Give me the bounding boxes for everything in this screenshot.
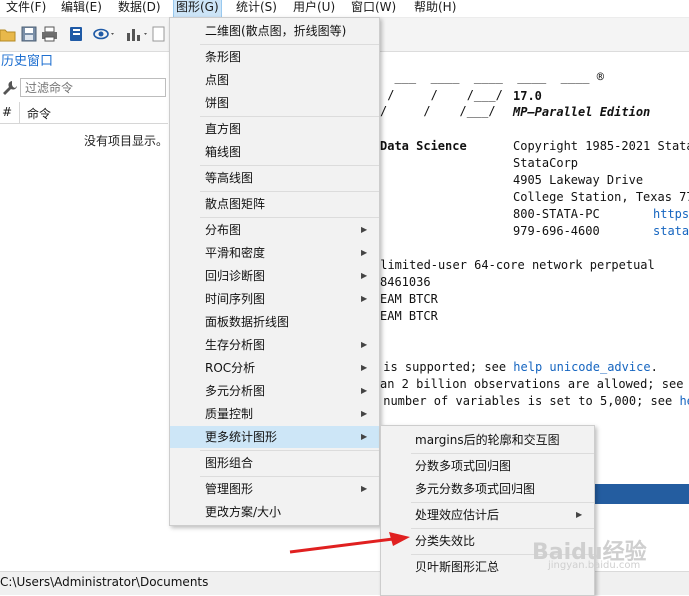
menu-bar: 文件(F) 编辑(E) 数据(D) 图形(G) 统计(S) 用户(U) 窗口(W…: [0, 0, 689, 18]
submenu-arrow-icon: ▶: [361, 432, 368, 441]
history-window-title: 历史窗口: [1, 54, 54, 69]
menu-separator: [200, 44, 379, 45]
menu-item-box[interactable]: 箱线图: [170, 141, 379, 163]
menu-separator: [200, 191, 379, 192]
menu-data[interactable]: 数据(D): [116, 0, 163, 17]
menu-item-matrix[interactable]: 散点图矩阵: [170, 193, 379, 215]
menu-item-change-scheme[interactable]: 更改方案/大小: [170, 501, 379, 523]
submenu-item-fracpoly[interactable]: 分数多项式回归图: [381, 455, 594, 477]
column-number-label: #: [2, 105, 13, 119]
menu-window[interactable]: 窗口(W): [349, 0, 398, 17]
note-variables: number of variables is set to 5,000; see…: [376, 394, 689, 408]
data-science-text: Data Science: [380, 139, 467, 153]
log-icon[interactable]: [68, 26, 85, 42]
menu-item-roc[interactable]: ROC分析 ▶: [170, 357, 379, 379]
history-filter-input[interactable]: [20, 78, 166, 97]
menu-separator: [200, 165, 379, 166]
menu-separator: [411, 528, 594, 529]
menu-edit[interactable]: 编辑(E): [59, 0, 104, 17]
menu-item-panel-line[interactable]: 面板数据折线图: [170, 311, 379, 333]
copyright-text: Copyright 1985-2021 Stata: [513, 139, 689, 153]
menu-item-quality-control[interactable]: 质量控制 ▶: [170, 403, 379, 425]
submenu-arrow-icon: ▶: [361, 363, 368, 372]
menu-item-smoothing[interactable]: 平滑和密度 ▶: [170, 242, 379, 264]
menu-item-dot[interactable]: 点图: [170, 69, 379, 91]
menu-item-multivariate[interactable]: 多元分析图 ▶: [170, 380, 379, 402]
submenu-arrow-icon: ▶: [361, 248, 368, 257]
submenu-arrow-icon: ▶: [361, 340, 368, 349]
submenu-arrow-icon: ▶: [361, 484, 368, 493]
address-line2: College Station, Texas 77: [513, 190, 689, 204]
stata-edition: MP—Parallel Edition: [513, 105, 651, 119]
stata-logo-line2: / / /___/: [380, 88, 503, 102]
menu-item-pie[interactable]: 饼图: [170, 92, 379, 114]
menu-item-bar[interactable]: 条形图: [170, 46, 379, 68]
license-text: nlimited-user 64-core network perpetual: [373, 258, 655, 272]
menu-item-time-series[interactable]: 时间序列图 ▶: [170, 288, 379, 310]
submenu-item-mfp[interactable]: 多元分数多项式回归图: [381, 478, 594, 500]
menu-separator: [200, 450, 379, 451]
menu-item-histogram[interactable]: 直方图: [170, 118, 379, 140]
menu-item-distribution[interactable]: 分布图 ▶: [170, 219, 379, 241]
submenu-item-margins-plot[interactable]: margins后的轮廓和交互图: [381, 429, 594, 451]
menu-item-twoway[interactable]: 二维图(散点图，折线图等): [170, 20, 379, 42]
column-divider: [19, 102, 20, 123]
menu-item-contour[interactable]: 等高线图: [170, 167, 379, 189]
submenu-arrow-icon: ▶: [361, 386, 368, 395]
baidu-watermark-url: jingyan.baidu.com: [548, 560, 641, 571]
menu-graphics[interactable]: 图形(G): [173, 0, 222, 18]
phone-line2: 979-696-4600: [513, 224, 600, 238]
working-directory-path: C:\Users\Administrator\Documents: [0, 575, 209, 589]
submenu-arrow-icon: ▶: [361, 271, 368, 280]
licensed-to-line1: EAM BTCR: [380, 292, 438, 306]
red-arrow-annotation-icon: [289, 532, 410, 554]
history-filter-row: [0, 77, 168, 100]
menu-user[interactable]: 用户(U): [291, 0, 337, 17]
company-text: StataCorp: [513, 156, 579, 170]
wrench-icon[interactable]: [2, 80, 17, 98]
stata-version: 17.0: [513, 89, 542, 103]
open-folder-icon[interactable]: [0, 26, 17, 42]
menu-separator: [200, 217, 379, 218]
menu-item-more-graphs[interactable]: 更多统计图形 ▶: [170, 426, 379, 448]
stata-logo-line3: / / /___/: [380, 104, 496, 118]
serial-number: 8461036: [380, 275, 431, 289]
menu-separator: [200, 116, 379, 117]
viewer-eye-icon[interactable]: [93, 26, 114, 42]
menu-help[interactable]: 帮助(H): [412, 0, 458, 17]
menu-file[interactable]: 文件(F): [4, 0, 48, 17]
column-command-label: 命令: [27, 107, 52, 121]
menu-separator: [411, 502, 594, 503]
menu-item-survival[interactable]: 生存分析图 ▶: [170, 334, 379, 356]
help-link-2[interactable]: he: [679, 394, 689, 408]
graph-icon[interactable]: [126, 26, 147, 42]
phone-line1: 800-STATA-PC: [513, 207, 600, 221]
note-unicode: is supported; see help unicode_advice.: [376, 360, 658, 374]
licensed-to-line2: EAM BTCR: [380, 309, 438, 323]
print-icon[interactable]: [41, 26, 58, 42]
menu-item-manage[interactable]: 管理图形 ▶: [170, 478, 379, 500]
submenu-arrow-icon: ▶: [576, 510, 583, 519]
history-empty-message: 没有项目显示。: [84, 134, 169, 148]
graphics-dropdown-menu: 二维图(散点图，折线图等) 条形图 点图 饼图 直方图 箱线图 等高线图 散点图…: [169, 17, 380, 526]
do-file-icon[interactable]: [151, 26, 168, 42]
menu-item-regression-diagnostics[interactable]: 回归诊断图 ▶: [170, 265, 379, 287]
email-link[interactable]: stata: [653, 224, 689, 238]
menu-separator: [411, 453, 594, 454]
address-line1: 4905 Lakeway Drive: [513, 173, 644, 187]
submenu-arrow-icon: ▶: [361, 225, 368, 234]
history-column-header: # 命令: [0, 102, 168, 124]
unicode-advice-link[interactable]: help unicode_advice: [513, 360, 650, 374]
note-observations: an 2 billion observations are allowed; s…: [380, 377, 689, 391]
menu-item-combine[interactable]: 图形组合: [170, 452, 379, 474]
menu-separator: [200, 476, 379, 477]
submenu-arrow-icon: ▶: [361, 294, 368, 303]
submenu-arrow-icon: ▶: [361, 409, 368, 418]
stata-logo-line1: ___ ____ ____ ____ ____ ®: [380, 70, 604, 84]
website-link[interactable]: https: [653, 207, 689, 221]
save-icon[interactable]: [21, 26, 38, 42]
submenu-item-teffects[interactable]: 处理效应估计后 ▶: [381, 504, 594, 526]
menu-statistics[interactable]: 统计(S): [234, 0, 279, 17]
